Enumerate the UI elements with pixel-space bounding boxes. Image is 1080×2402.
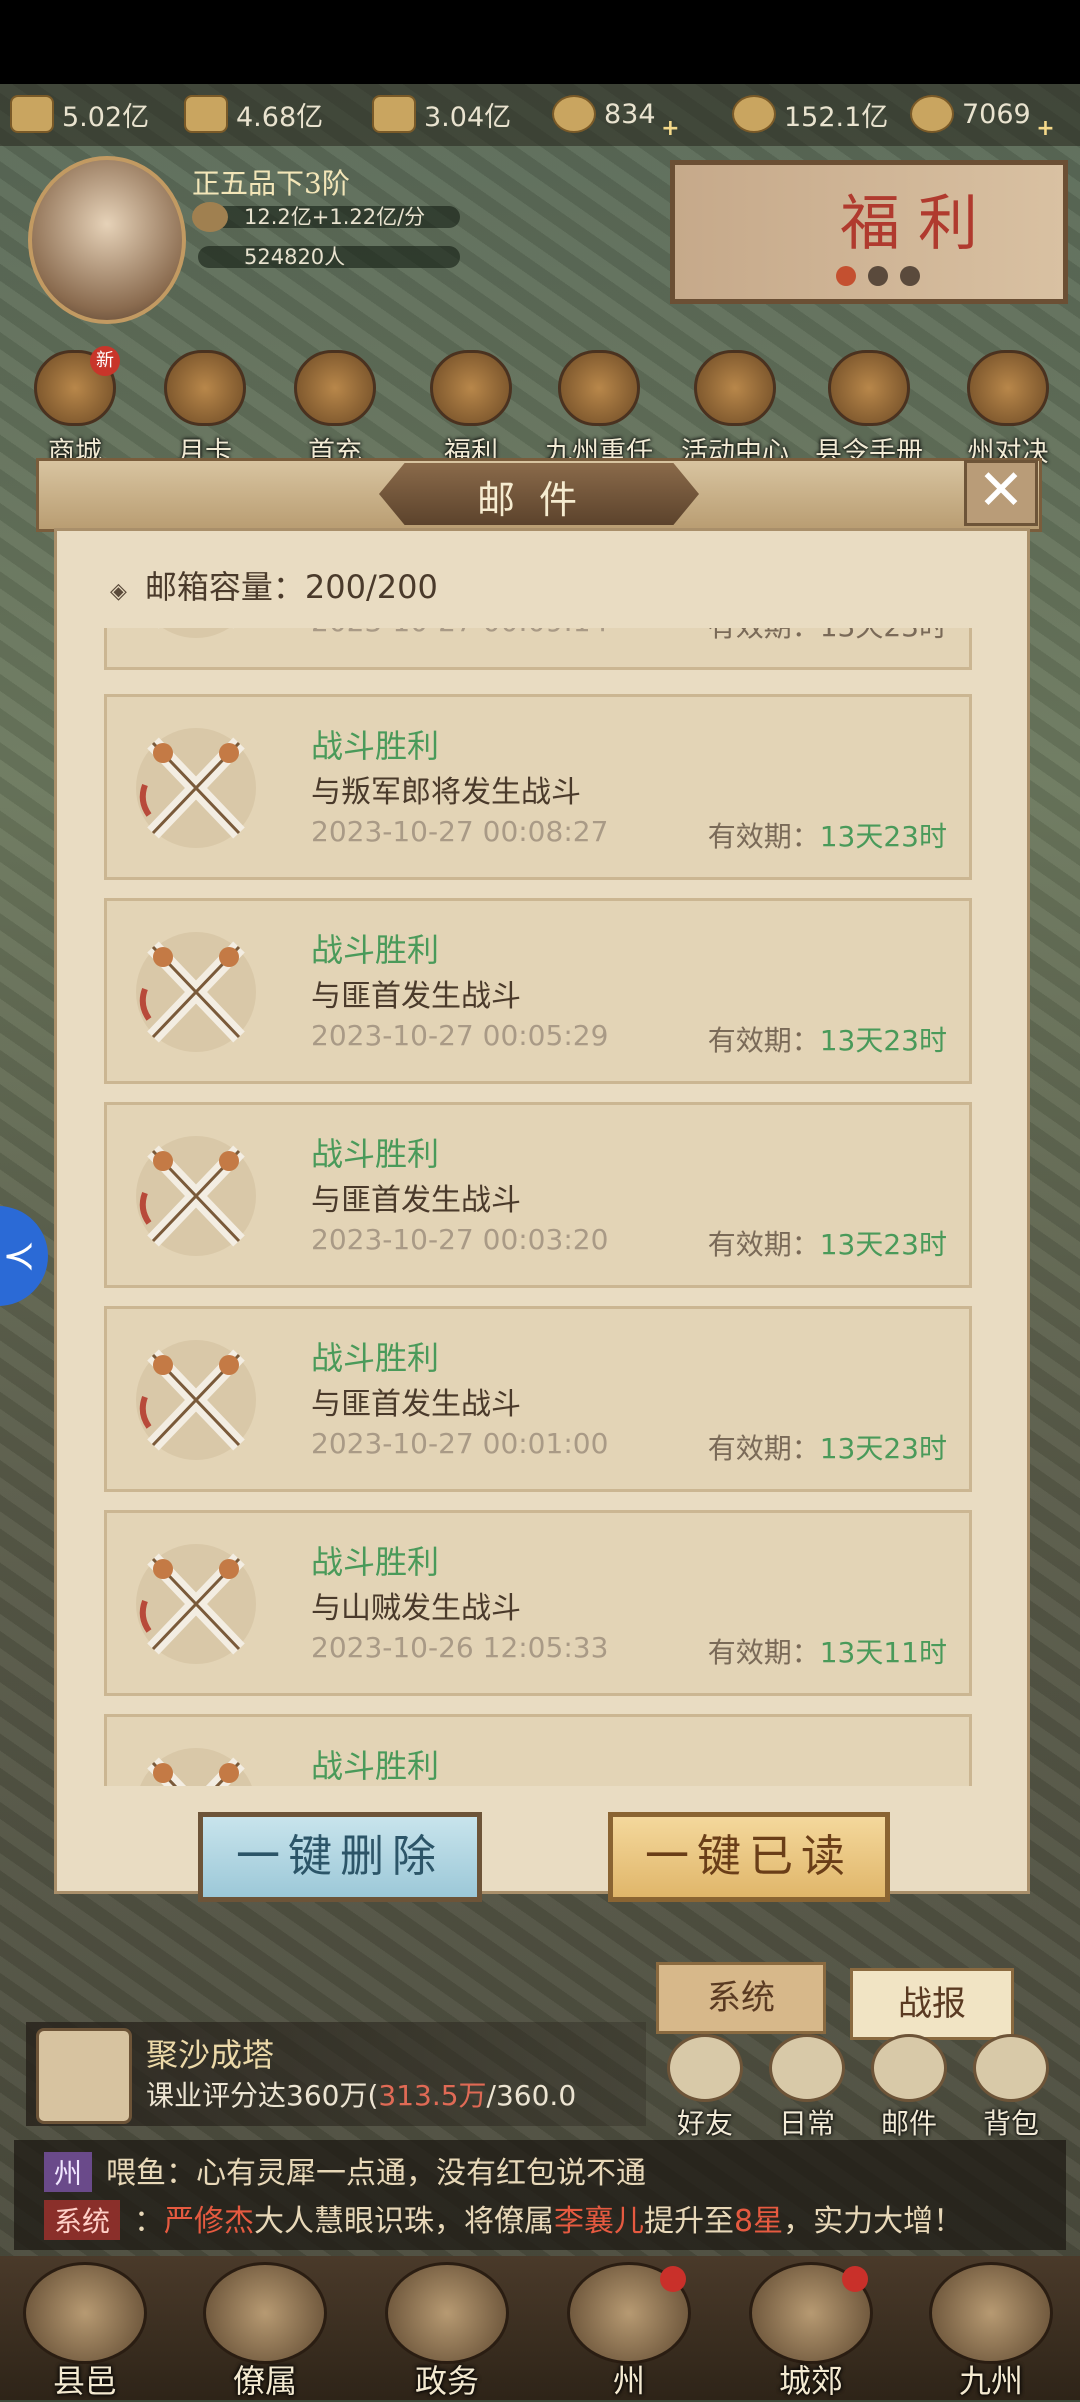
menu-jiuzhou-task[interactable]: 九州重任 [544,350,654,469]
monthly-card-icon [164,350,246,426]
notification-dot [660,2266,686,2292]
tab-battle-report[interactable]: 战报 [850,1968,1014,2040]
menu-shop[interactable]: 新商城 [20,346,130,469]
mail-item[interactable]: 战斗胜利 与匪首发生战斗 2023-10-27 00:05:29 有效期：13天… [104,898,972,1084]
friends-icon [667,2034,743,2102]
population-bar: 524820人 [198,246,460,268]
menu-monthly-card[interactable]: 月卡 [150,350,260,469]
notification-dot [842,2266,868,2292]
state-duel-icon [967,350,1049,426]
crossed-swords-icon [136,1340,256,1460]
handbook-icon [828,350,910,426]
quest-desc: 课业评分达360万(313.5万/360.0 [146,2079,577,2112]
plus-icon[interactable]: + [1036,116,1054,141]
crossed-swords-icon [136,1136,256,1256]
nav-subordinates[interactable]: 僚属 [190,2262,340,2400]
welfare-icon [430,350,512,426]
menu-activity-center[interactable]: 活动中心 [680,350,790,469]
affairs-icon [385,2262,509,2364]
close-button[interactable]: ✕ [964,460,1038,526]
nav-county[interactable]: 县邑 [10,2262,160,2400]
first-recharge-icon [294,350,376,426]
resource-silver[interactable]: 5.02亿 [10,94,149,134]
shortcut-icon: ≺ [2,1233,36,1279]
mail-item[interactable]: 战斗胜利 与叛军郎将发生战斗 2023-10-27 00:08:27 有效期：1… [104,694,972,880]
welfare-banner-label: 福利 [840,189,996,259]
income-bar: 12.2亿+1.22亿/分 [198,206,460,228]
player-avatar[interactable] [28,156,186,324]
menu-first-recharge[interactable]: 首充 [280,350,390,469]
read-all-button[interactable]: 一键已读 [608,1812,890,1902]
close-icon: ✕ [977,458,1025,523]
mail-dialog-header: 邮件 [36,458,1042,532]
top-menu: 新商城 月卡 首充 福利 九州重任 活动中心 县令手册 州对决 [0,346,1080,468]
status-bar [0,0,1080,84]
jiuzhou-icon [929,2262,1053,2364]
resource-soldier[interactable]: 3.04亿 [372,94,511,134]
crossed-swords-icon [136,728,256,848]
coin-icon [552,95,596,133]
silver-icon [10,95,54,133]
plus-icon[interactable]: + [661,116,679,141]
ingot-icon [910,95,954,133]
resource-grain[interactable]: 4.68亿 [184,94,323,134]
grain-icon [184,95,228,133]
nav-affairs[interactable]: 政务 [372,2262,522,2400]
delete-all-button[interactable]: 一键删除 [198,1812,482,1902]
income-icon [192,202,228,232]
daily-icon [769,2034,845,2102]
mail-icon [871,2034,947,2102]
subordinates-icon [203,2262,327,2364]
resource-ingot[interactable]: 7069 + [910,94,1055,141]
resource-coin[interactable]: 834 + [552,94,680,141]
new-badge: 新 [90,346,120,376]
crossed-swords-icon [158,628,234,638]
mail-item[interactable]: 战斗胜利 与山贼发生战斗 2023-10-26 12:05:33 有效期：13天… [104,1510,972,1696]
activity-center-icon [694,350,776,426]
mail-item[interactable]: 战斗胜利 [104,1714,972,1786]
menu-welfare[interactable]: 福利 [416,350,526,469]
quest-scroll-icon [36,2028,132,2124]
jiuzhou-task-icon [558,350,640,426]
crossed-swords-icon [136,932,256,1052]
bag-button[interactable]: 背包 [966,2034,1056,2142]
nav-jiuzhou[interactable]: 九州 [916,2262,1066,2400]
friends-button[interactable]: 好友 [660,2034,750,2142]
mail-list[interactable]: 2023-10-27 00:09:14 有效期：13天23时 战斗胜利 与叛军郎… [104,628,980,1786]
crossed-swords-icon [140,1748,252,1786]
mailbox-capacity: ◈ 邮箱容量：200/200 [110,568,438,606]
mail-item[interactable]: 2023-10-27 00:09:14 有效期：13天23时 [104,628,972,670]
menu-state-duel[interactable]: 州对决 [948,350,1068,469]
diamond-bullet-icon: ◈ [110,579,127,604]
menu-handbook[interactable]: 县令手册 [814,350,924,469]
mail-button[interactable]: 邮件 [864,2034,954,2142]
quest-title: 聚沙成塔 [146,2036,275,2074]
bag-icon [973,2034,1049,2102]
daily-button[interactable]: 日常 [762,2034,852,2142]
channel-badge: 系统 [44,2200,121,2240]
chat-line: 州喂鱼：心有灵犀一点通，没有红包说不通 [44,2148,646,2192]
nav-state[interactable]: 州 [554,2262,704,2400]
nav-suburb[interactable]: 城郊 [736,2262,886,2400]
player-rank: 正五品下3阶 [192,167,350,200]
soldier-icon [372,95,416,133]
mail-dialog-title: 邮件 [476,478,601,522]
mail-item[interactable]: 战斗胜利 与匪首发生战斗 2023-10-27 00:01:00 有效期：13天… [104,1306,972,1492]
crossed-swords-icon [136,1544,256,1664]
channel-badge: 州 [44,2152,93,2192]
chat-line: 系统 ：严修杰大人慧眼识珠，将僚属李襄儿提升至8星，实力大增！ [44,2196,963,2240]
copper-coin-icon [732,95,776,133]
banner-page-dots [836,266,932,290]
mail-item[interactable]: 战斗胜利 与匪首发生战斗 2023-10-27 00:03:20 有效期：13天… [104,1102,972,1288]
chat-panel[interactable]: 州喂鱼：心有灵犀一点通，没有红包说不通 系统 ：严修杰大人慧眼识珠，将僚属李襄儿提… [14,2140,1066,2250]
county-icon [23,2262,147,2364]
tab-system[interactable]: 系统 [656,1962,826,2034]
resource-copper[interactable]: 152.1亿 [732,94,888,134]
